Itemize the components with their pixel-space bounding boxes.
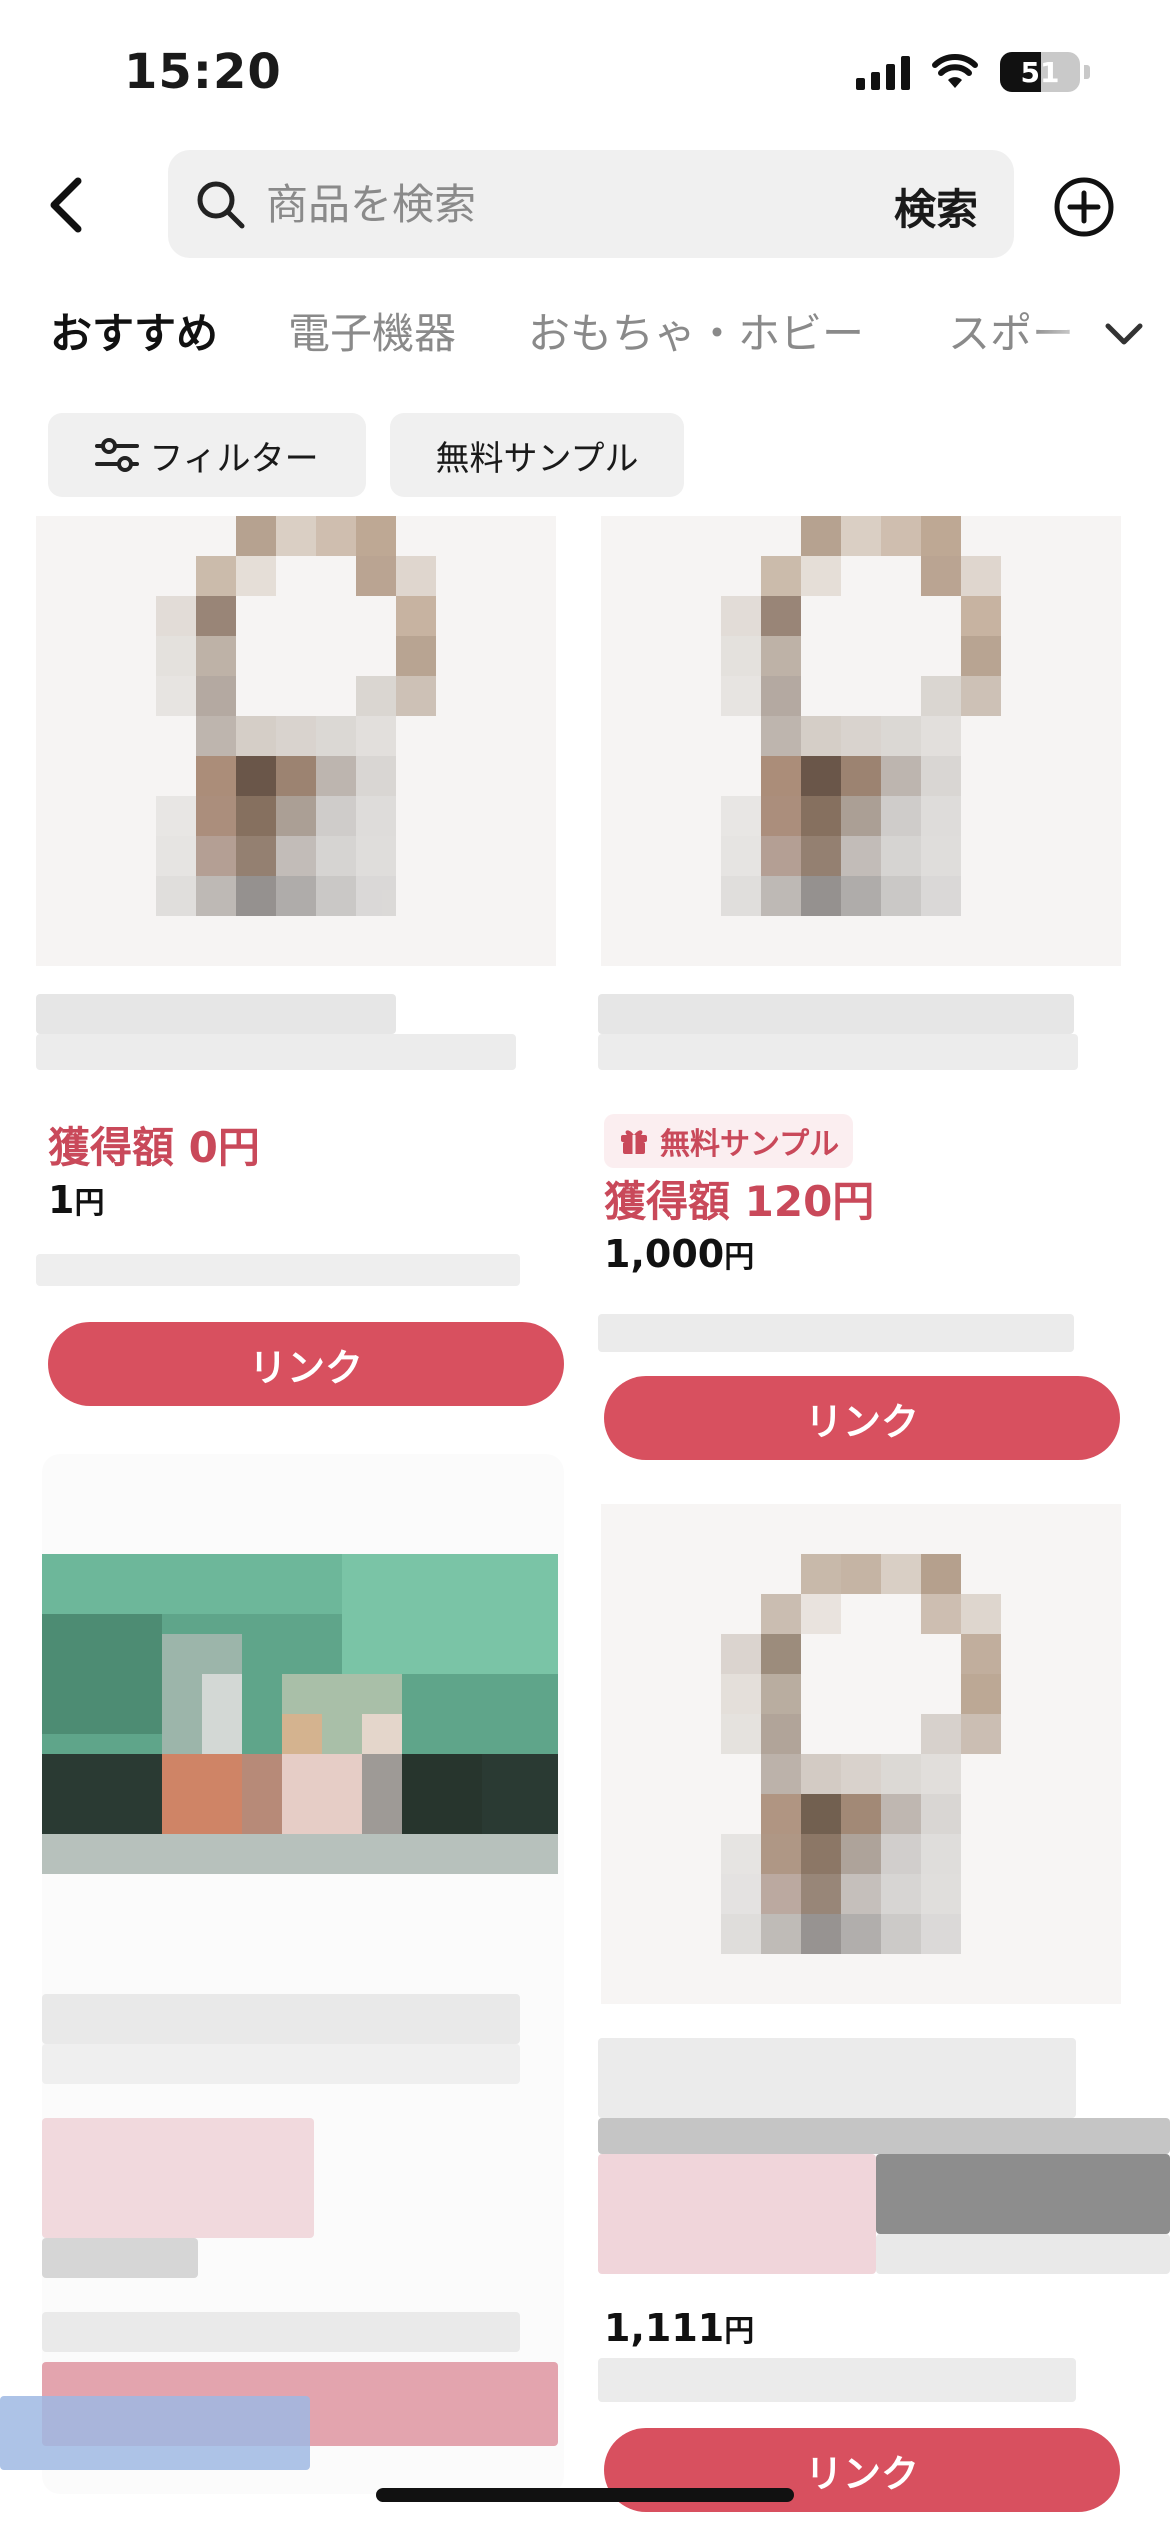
price-currency: 円 — [74, 1186, 105, 1221]
product-price: 1,111円 — [604, 2306, 754, 2350]
blurred-title-line — [36, 994, 396, 1034]
blurred-title-line — [598, 994, 1074, 1034]
price-currency: 円 — [724, 2314, 755, 2349]
blurred-title-line — [42, 2044, 520, 2084]
free-sample-filter-chip[interactable]: 無料サンプル — [390, 413, 684, 497]
blurred-earn-line — [42, 2118, 314, 2238]
product-price: 1円 — [48, 1178, 104, 1222]
blurred-meta-line — [36, 1254, 520, 1286]
tabs-fade — [1030, 300, 1170, 370]
blurred-overlay — [0, 2396, 310, 2470]
home-indicator[interactable] — [376, 2488, 794, 2502]
battery-icon: 51 — [1000, 52, 1080, 92]
product-card[interactable] — [42, 1454, 564, 2494]
blurred-light-block — [876, 2234, 1170, 2274]
gift-icon — [621, 1130, 647, 1154]
tab-recommended[interactable]: おすすめ — [50, 300, 218, 361]
status-icons: 51 — [856, 52, 1090, 92]
product-card[interactable]: 無料サンプル 獲得額 120円 1,000円 リンク — [598, 516, 1124, 1466]
blurred-title-line — [598, 2038, 1076, 2118]
product-image — [601, 516, 1121, 966]
status-bar: 15:20 51 — [0, 0, 1170, 150]
cellular-signal-icon — [856, 54, 910, 90]
price-value: 1,111 — [604, 2306, 725, 2350]
free-sample-badge-label: 無料サンプル — [660, 1127, 840, 1162]
status-time: 15:20 — [124, 44, 282, 100]
blurred-meta-line — [598, 2358, 1076, 2402]
blurred-dark-block — [876, 2154, 1170, 2234]
blurred-price-line — [42, 2238, 198, 2278]
battery-level: 51 — [1020, 56, 1060, 89]
free-sample-badge: 無料サンプル — [604, 1114, 854, 1168]
blurred-meta-line — [42, 2312, 520, 2352]
product-card[interactable]: 獲得額 0円 1円 リンク — [36, 516, 564, 1406]
chevron-down-icon[interactable] — [1102, 312, 1146, 356]
filter-label: フィルター — [149, 438, 319, 479]
earn-amount: 獲得額 0円 — [48, 1123, 260, 1172]
blurred-earn-line — [598, 2154, 876, 2274]
blurred-title-line — [36, 1034, 516, 1070]
sliders-icon — [95, 438, 140, 472]
blurred-strip — [598, 2118, 1170, 2154]
blurred-meta-line — [598, 1314, 1074, 1352]
product-image — [36, 516, 556, 966]
search-box[interactable]: 検索 — [168, 150, 1014, 258]
earn-amount: 獲得額 120円 — [604, 1177, 875, 1226]
tab-electronics[interactable]: 電子機器 — [288, 300, 456, 361]
back-button[interactable] — [36, 170, 96, 240]
product-price: 1,000円 — [604, 1232, 754, 1276]
price-value: 1 — [48, 1178, 75, 1222]
blurred-title-line — [42, 1994, 520, 2044]
wifi-icon — [932, 54, 978, 88]
search-icon — [197, 181, 245, 229]
search-row: 検索 — [0, 150, 1170, 260]
plus-circle-icon[interactable] — [1052, 175, 1116, 239]
link-button[interactable]: リンク — [604, 1376, 1120, 1460]
search-submit-button[interactable]: 検索 — [894, 176, 978, 237]
price-value: 1,000 — [604, 1232, 725, 1276]
product-image — [42, 1554, 558, 1874]
tab-toys-hobby[interactable]: おもちゃ・ホビー — [528, 300, 864, 361]
product-image — [601, 1504, 1121, 2004]
filter-button[interactable]: フィルター — [48, 413, 366, 497]
chevron-left-icon — [50, 177, 82, 233]
link-button[interactable]: リンク — [48, 1322, 564, 1406]
free-sample-label: 無料サンプル — [435, 438, 639, 479]
battery-tip — [1084, 65, 1090, 79]
product-card[interactable]: 1,111円 リンク — [598, 1504, 1170, 2532]
price-currency: 円 — [724, 1240, 755, 1275]
search-input[interactable] — [266, 172, 826, 236]
category-tabs: おすすめ 電子機器 おもちゃ・ホビー スポー — [0, 300, 1170, 370]
blurred-title-line — [598, 1034, 1078, 1070]
